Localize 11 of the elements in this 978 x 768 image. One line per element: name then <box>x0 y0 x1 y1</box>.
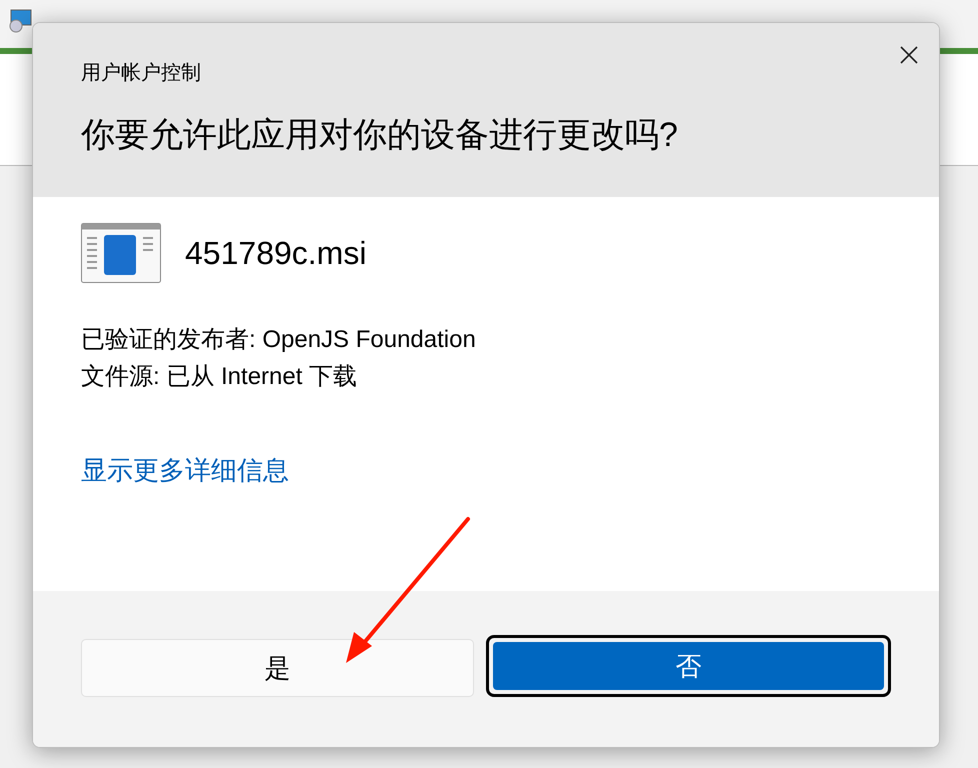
dialog-button[interactable]: 是 <box>81 639 474 697</box>
dialog-button[interactable]: 否 <box>486 635 891 697</box>
app-window-icon <box>81 223 161 283</box>
app-name: 451789c.msi <box>185 234 366 273</box>
dialog-title: 用户帐户控制 <box>81 61 202 86</box>
detail-line: 已验证的发布者: OpenJS Foundation <box>81 325 477 355</box>
close-icon <box>899 45 919 65</box>
detail-line: 文件源: 已从 Internet 下载 <box>81 362 358 392</box>
installer-icon <box>8 8 34 34</box>
more-details-link[interactable]: 显示更多详细信息 <box>81 451 289 490</box>
dialog-question: 你要允许此应用对你的设备进行更改吗? <box>81 115 679 156</box>
